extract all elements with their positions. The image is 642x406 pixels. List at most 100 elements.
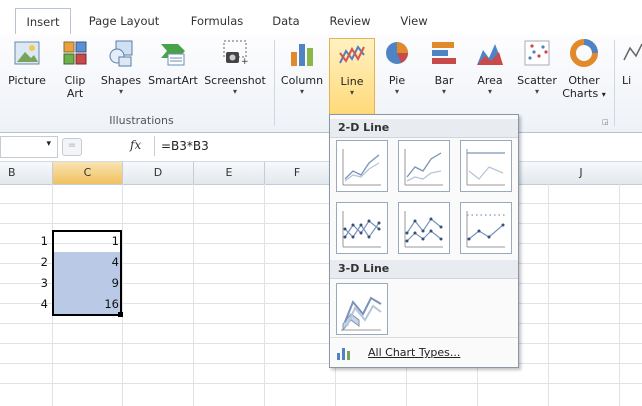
percent-stacked-line-with-markers-option[interactable] [460, 202, 512, 254]
tab-page-layout[interactable]: Page Layout [80, 10, 168, 34]
screenshot-label: Screenshot [204, 74, 266, 87]
ribbon-tab-bar: Insert Page Layout Formulas Data Review … [0, 0, 642, 36]
cell-b4[interactable]: 2 [0, 253, 48, 272]
line-chart-icon [337, 39, 367, 69]
scatter-label: Scatter [517, 74, 557, 87]
cell-b3[interactable]: 1 [0, 232, 48, 251]
column-header-f[interactable]: F [265, 162, 330, 184]
ribbon: Picture Clip Art Shapes ▾ SmartArt + Scre… [0, 34, 642, 133]
area-chart-button[interactable]: Area ▾ [470, 38, 510, 97]
column-header-d[interactable]: D [123, 162, 194, 184]
line-with-markers-option[interactable] [336, 202, 388, 254]
picture-icon [12, 38, 42, 68]
column-gridline [193, 184, 194, 406]
picture-label: Picture [8, 74, 46, 87]
tab-insert[interactable]: Insert [15, 8, 71, 36]
shapes-dropdown-arrow: ▾ [118, 87, 123, 96]
column-label: Column [280, 74, 324, 87]
row-gridline [0, 343, 642, 344]
line-chart-button[interactable]: Line ▾ [329, 38, 375, 116]
all-chart-types-item[interactable]: All Chart Types... [334, 343, 514, 363]
cell-c4[interactable]: 4 [53, 253, 119, 272]
line-dropdown-arrow: ▾ [349, 88, 354, 97]
column-header-e[interactable]: E [194, 162, 265, 184]
cell-c3[interactable]: 1 [53, 232, 119, 251]
section-2d-line: 2-D Line [330, 119, 518, 138]
stacked-line-with-markers-option[interactable] [398, 202, 450, 254]
row-gridline [0, 223, 642, 224]
pie-chart-icon [382, 38, 412, 68]
illustrations-group-label: Illustrations [109, 114, 174, 127]
column-gridline [548, 184, 549, 406]
menu-divider [330, 337, 518, 338]
scatter-chart-button[interactable]: Scatter ▾ [514, 38, 560, 97]
row-gridline [0, 203, 642, 204]
spreadsheet-grid[interactable]: 1 2 3 4 1 4 9 16 [0, 184, 642, 406]
screenshot-dropdown-arrow: ▾ [232, 87, 237, 96]
line-label: Line [340, 75, 364, 88]
clip-art-label-1: Clip [64, 74, 86, 87]
other-charts-button[interactable]: Other Charts ▾ [562, 38, 606, 101]
column-header-j[interactable]: J [518, 162, 642, 184]
all-chart-types-label: All Chart Types... [368, 346, 461, 359]
scatter-dropdown-arrow: ▾ [534, 87, 539, 96]
area-chart-icon [475, 38, 505, 68]
shapes-button[interactable]: Shapes ▾ [98, 38, 144, 97]
column-header-b[interactable]: B [0, 162, 53, 184]
bar-label: Bar [434, 74, 454, 87]
column-dropdown-arrow: ▾ [299, 87, 304, 96]
fx-icon[interactable]: fx [130, 138, 141, 152]
area-label: Area [477, 74, 503, 87]
line-chart-option[interactable] [336, 140, 388, 192]
formula-bar-toggle[interactable]: = [62, 138, 82, 156]
area-dropdown-arrow: ▾ [487, 87, 492, 96]
smartart-label: SmartArt [148, 74, 198, 87]
cell-c6[interactable]: 16 [53, 295, 119, 314]
picture-button[interactable]: Picture [4, 38, 50, 87]
cell-c5[interactable]: 9 [53, 274, 119, 293]
name-box[interactable]: ▾ [0, 136, 58, 158]
group-separator [614, 40, 615, 126]
column-gridline [264, 184, 265, 406]
tab-review[interactable]: Review [322, 10, 378, 34]
formula-text: =B3*B3 [161, 139, 209, 153]
name-box-dropdown-icon[interactable]: ▾ [46, 139, 51, 149]
column-gridline [122, 184, 123, 406]
other-charts-label-2: Charts [562, 87, 599, 100]
clip-art-button[interactable]: Clip Art [58, 38, 92, 100]
cell-b6[interactable]: 4 [0, 295, 48, 314]
tab-formulas[interactable]: Formulas [178, 10, 256, 34]
clip-art-label-2: Art [66, 87, 84, 100]
line-chart-dropdown: 2-D Line 3-D Line All Chart Types... [329, 114, 519, 368]
line-sparkline-button[interactable]: Li [622, 38, 642, 87]
row-gridline [0, 363, 642, 364]
bar-dropdown-arrow: ▾ [441, 87, 446, 96]
row-gridline [0, 383, 642, 384]
pie-chart-button[interactable]: Pie ▾ [377, 38, 417, 97]
screenshot-button[interactable]: + Screenshot ▾ [202, 38, 268, 97]
other-charts-icon [569, 38, 599, 68]
row-gridline [0, 323, 642, 324]
cell-b5[interactable]: 3 [0, 274, 48, 293]
scatter-chart-icon [522, 38, 552, 68]
bar-chart-icon [429, 38, 459, 68]
column-headers: B C D E F J [0, 162, 642, 185]
percent-stacked-line-chart-option[interactable] [460, 140, 512, 192]
charts-dialog-launcher-icon[interactable]: ◲ [602, 118, 609, 126]
all-chart-types-icon [337, 348, 350, 360]
stacked-line-chart-option[interactable] [398, 140, 450, 192]
screenshot-icon: + [220, 38, 250, 68]
column-chart-icon [287, 38, 317, 68]
column-header-c[interactable]: C [53, 162, 123, 184]
other-charts-label-1: Other [568, 74, 600, 87]
3d-line-chart-option[interactable] [336, 283, 388, 335]
tab-data[interactable]: Data [264, 10, 308, 34]
shapes-icon [106, 38, 136, 68]
group-separator [274, 40, 275, 126]
formula-bar: ▾ = fx =B3*B3 [0, 133, 642, 162]
bar-chart-button[interactable]: Bar ▾ [424, 38, 464, 97]
tab-view[interactable]: View [392, 10, 436, 34]
smartart-button[interactable]: SmartArt [146, 38, 200, 87]
column-chart-button[interactable]: Column ▾ [278, 38, 326, 97]
smartart-icon [158, 38, 188, 68]
